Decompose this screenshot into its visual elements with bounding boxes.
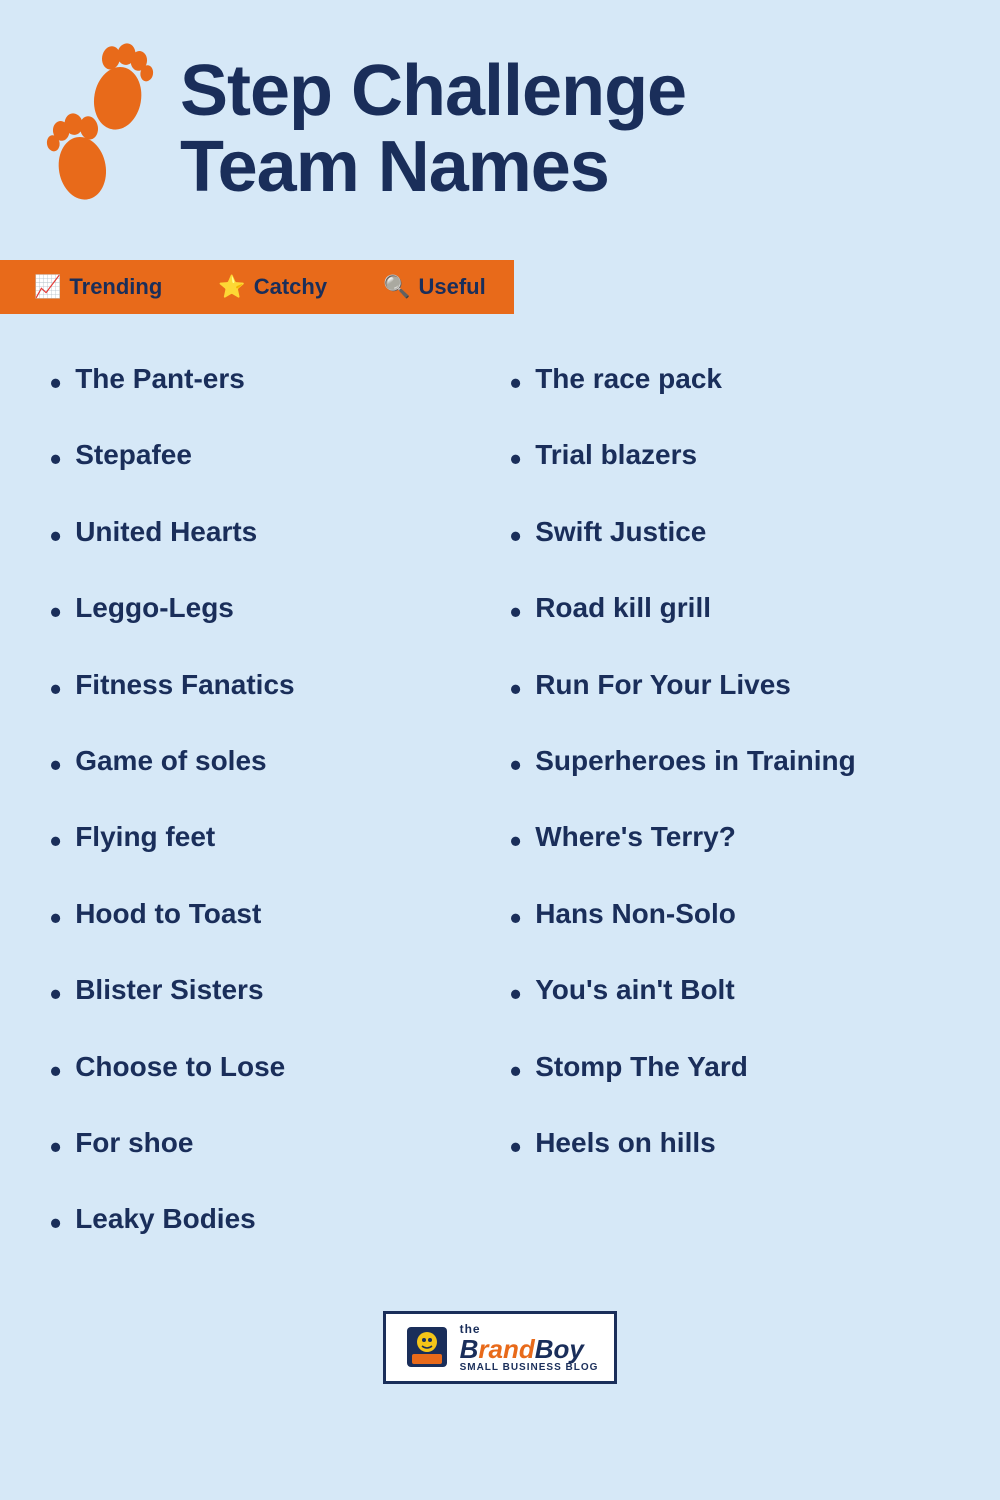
list-item: • The race pack: [500, 344, 960, 420]
item-text: Run For Your Lives: [535, 668, 950, 702]
bullet-icon: •: [510, 1128, 521, 1166]
item-text: The Pant-ers: [75, 362, 490, 396]
item-text: Blister Sisters: [75, 973, 490, 1007]
list-item: • Hood to Toast: [40, 879, 500, 955]
footer: the BrandBoy SMALL BUSINESS BLOG: [0, 1291, 1000, 1414]
bullet-icon: •: [50, 593, 61, 631]
bullet-icon: •: [50, 1128, 61, 1166]
list-item: • Leggo-Legs: [40, 573, 500, 649]
bullet-icon: •: [510, 440, 521, 478]
item-text: Superheroes in Training: [535, 744, 950, 778]
list-item: • The Pant-ers: [40, 344, 500, 420]
logo-text-block: the BrandBoy SMALL BUSINESS BLOG: [460, 1322, 599, 1373]
list-item: • Road kill grill: [500, 573, 960, 649]
list-item: • Run For Your Lives: [500, 650, 960, 726]
tab-useful[interactable]: 🔍 Useful: [355, 260, 514, 314]
bullet-icon: •: [510, 746, 521, 784]
bullet-icon: •: [50, 517, 61, 555]
brandboy-logo: the BrandBoy SMALL BUSINESS BLOG: [383, 1311, 618, 1384]
tab-trending[interactable]: 📈 Trending: [6, 260, 190, 314]
item-text: Leggo-Legs: [75, 591, 490, 625]
catchy-label: Catchy: [254, 274, 327, 300]
list-item: • Swift Justice: [500, 497, 960, 573]
item-text: Stomp The Yard: [535, 1050, 950, 1084]
tab-catchy[interactable]: ⭐ Catchy: [190, 260, 355, 314]
bullet-icon: •: [50, 899, 61, 937]
list-item: • You's ain't Bolt: [500, 955, 960, 1031]
bullet-icon: •: [510, 364, 521, 402]
bullet-icon: •: [50, 440, 61, 478]
list-item: • Trial blazers: [500, 420, 960, 496]
mascot-icon: [402, 1322, 452, 1372]
item-text: Stepafee: [75, 438, 490, 472]
footprints-graphic: [40, 30, 160, 230]
bullet-icon: •: [50, 364, 61, 402]
bullet-icon: •: [50, 1204, 61, 1242]
list-item: • Flying feet: [40, 802, 500, 878]
item-text: Hans Non-Solo: [535, 897, 950, 931]
item-text: Flying feet: [75, 820, 490, 854]
useful-icon: 🔍: [383, 274, 410, 300]
main-title: Step Challenge Team Names: [180, 54, 960, 205]
list-item: • Stepafee: [40, 420, 500, 496]
item-text: For shoe: [75, 1126, 490, 1160]
bullet-icon: •: [510, 975, 521, 1013]
list-item: • Choose to Lose: [40, 1032, 500, 1108]
item-text: Fitness Fanatics: [75, 668, 490, 702]
title-block: Step Challenge Team Names: [180, 54, 960, 205]
list-item: • Fitness Fanatics: [40, 650, 500, 726]
bullet-icon: •: [510, 899, 521, 937]
catchy-icon: ⭐: [218, 274, 245, 300]
bullet-icon: •: [510, 593, 521, 631]
bullet-icon: •: [50, 746, 61, 784]
list-item: • Game of soles: [40, 726, 500, 802]
item-text: Trial blazers: [535, 438, 950, 472]
bullet-icon: •: [510, 670, 521, 708]
item-text: Road kill grill: [535, 591, 950, 625]
item-text: The race pack: [535, 362, 950, 396]
logo-tagline: SMALL BUSINESS BLOG: [460, 1362, 599, 1373]
list-item: • Where's Terry?: [500, 802, 960, 878]
list-item: • Blister Sisters: [40, 955, 500, 1031]
list-item: • United Hearts: [40, 497, 500, 573]
item-text: Leaky Bodies: [75, 1202, 490, 1236]
logo-brand-name: BrandBoy: [460, 1336, 584, 1362]
bullet-icon: •: [50, 670, 61, 708]
item-text: Hood to Toast: [75, 897, 490, 931]
item-text: You's ain't Bolt: [535, 973, 950, 1007]
item-text: Choose to Lose: [75, 1050, 490, 1084]
list-item: • Leaky Bodies: [40, 1184, 500, 1260]
trending-label: Trending: [69, 274, 162, 300]
item-text: Where's Terry?: [535, 820, 950, 854]
item-text: Game of soles: [75, 744, 490, 778]
list-item: • Superheroes in Training: [500, 726, 960, 802]
bullet-icon: •: [510, 517, 521, 555]
item-text: United Hearts: [75, 515, 490, 549]
list-item: • Hans Non-Solo: [500, 879, 960, 955]
list-item: • For shoe: [40, 1108, 500, 1184]
bullet-icon: •: [50, 1052, 61, 1090]
tabs-bar: 📈 Trending ⭐ Catchy 🔍 Useful: [0, 260, 1000, 314]
list-item: • Stomp The Yard: [500, 1032, 960, 1108]
trending-icon: 📈: [34, 274, 61, 300]
bullet-icon: •: [510, 822, 521, 860]
bullet-icon: •: [50, 822, 61, 860]
item-text: Swift Justice: [535, 515, 950, 549]
bullet-icon: •: [510, 1052, 521, 1090]
left-column: • The Pant-ers • Stepafee • United Hearts • Leg…: [40, 344, 500, 1261]
item-text: Heels on hills: [535, 1126, 950, 1160]
header: Step Challenge Team Names: [0, 0, 1000, 250]
useful-label: Useful: [418, 274, 485, 300]
bullet-icon: •: [50, 975, 61, 1013]
right-column: • The race pack • Trial blazers • Swift Justi…: [500, 344, 960, 1261]
content-area: • The Pant-ers • Stepafee • United Hearts • Leg…: [0, 314, 1000, 1291]
list-item: • Heels on hills: [500, 1108, 960, 1184]
